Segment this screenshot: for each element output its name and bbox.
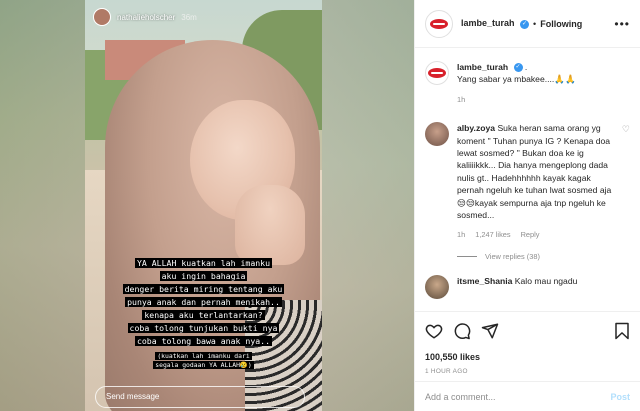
caption-time[interactable]: 1h (457, 94, 465, 106)
verified-icon: ✓ (520, 19, 530, 29)
more-options-icon[interactable]: ••• (614, 17, 630, 31)
caption-username[interactable]: lambe_turah (457, 62, 508, 72)
likes-count[interactable]: 100,550 likes (425, 352, 630, 362)
comment-icon[interactable] (453, 322, 471, 340)
story-caption-line: aku ingin bahagia (159, 271, 248, 281)
heart-icon[interactable] (425, 322, 443, 340)
story-caption-small: (kuatkan lah imanku dari segala godaan Y… (85, 352, 322, 370)
story-time: 36m (181, 12, 197, 22)
story-person-hand (235, 185, 305, 265)
comment-like-heart-icon[interactable]: ♡ (622, 124, 630, 242)
story-caption-small-line: (kuatkan lah imanku dari (155, 352, 252, 360)
post-caption: lambe_turah ✓ . Yang sabar ya mbakee....… (425, 61, 630, 106)
story-screenshot: nathalieholscher 36m YA ALLAH kuatkan la… (85, 0, 322, 411)
story-caption: YA ALLAH kuatkan lah imanku aku ingin ba… (85, 257, 322, 348)
post-comment-button[interactable]: Post (610, 392, 630, 402)
story-avatar (93, 8, 111, 26)
lips-logo-icon (430, 18, 448, 29)
comment-item: itsme_Shania Kalo mau ngadu (425, 274, 630, 299)
comments-list[interactable]: lambe_turah ✓ . Yang sabar ya mbakee....… (415, 49, 640, 311)
post-actions: 100,550 likes 1 HOUR AGO (415, 311, 640, 375)
story-caption-line: coba tolong bawa anak nya.. (134, 336, 273, 346)
comment-time[interactable]: 1h (457, 229, 465, 241)
bookmark-icon[interactable] (614, 322, 630, 340)
share-icon[interactable] (481, 322, 499, 340)
commenter-avatar[interactable] (425, 274, 449, 299)
story-username: nathalieholscher (117, 12, 176, 22)
post-media: nathalieholscher 36m YA ALLAH kuatkan la… (0, 0, 414, 411)
verified-icon: ✓ (513, 63, 523, 73)
view-replies-line (457, 255, 477, 257)
story-header: nathalieholscher 36m (93, 8, 197, 26)
story-send-message: Send message (95, 386, 305, 408)
author-username[interactable]: lambe_turah ✓ (461, 18, 530, 29)
story-caption-small-line: segala godaan YA ALLAH😢) (153, 361, 254, 369)
post-panel: lambe_turah ✓ • Following ••• lambe_tura… (414, 0, 640, 411)
comment-text: Kalo mau ngadu (514, 275, 578, 286)
comment-username[interactable]: itsme_Shania (457, 276, 512, 286)
media-blur-right (322, 0, 414, 411)
view-replies-button[interactable]: View replies (38) (457, 252, 630, 261)
comment-username[interactable]: alby.zoya (457, 123, 495, 133)
story-caption-line: kenapa aku terlantarkan? (142, 310, 265, 320)
caption-avatar[interactable] (425, 61, 449, 85)
caption-separator: . (524, 62, 528, 72)
view-replies-label: View replies (38) (485, 251, 540, 261)
separator-dot: • (533, 18, 537, 29)
story-caption-line: YA ALLAH kuatkan lah imanku (134, 258, 273, 268)
caption-text: Yang sabar ya mbakee....🙏🙏 (457, 74, 576, 85)
story-caption-line: denger berita miring tentang aku (122, 284, 285, 294)
comment-likes[interactable]: 1,247 likes (475, 229, 510, 241)
commenter-avatar[interactable] (425, 122, 449, 147)
story-caption-line: coba tolong tunjukan bukti nya (127, 323, 280, 333)
author-username-text: lambe_turah (461, 18, 515, 29)
reply-button[interactable]: Reply (521, 229, 540, 241)
story-caption-line: punya anak dan pernah menikah.. (125, 297, 282, 307)
add-comment-input[interactable] (425, 391, 611, 402)
comment-item: alby.zoya Suka heran sama orang yg komen… (425, 122, 630, 242)
following-button[interactable]: Following (540, 19, 582, 29)
post-timestamp[interactable]: 1 HOUR AGO (425, 368, 630, 375)
post-header: lambe_turah ✓ • Following ••• (415, 0, 640, 48)
lips-logo-icon (428, 68, 446, 78)
author-avatar[interactable] (425, 9, 453, 38)
comment-text: Suka heran sama orang yg koment " Tuhan … (457, 123, 612, 221)
media-blur-left (0, 0, 85, 411)
add-comment-bar: Post (415, 381, 640, 411)
